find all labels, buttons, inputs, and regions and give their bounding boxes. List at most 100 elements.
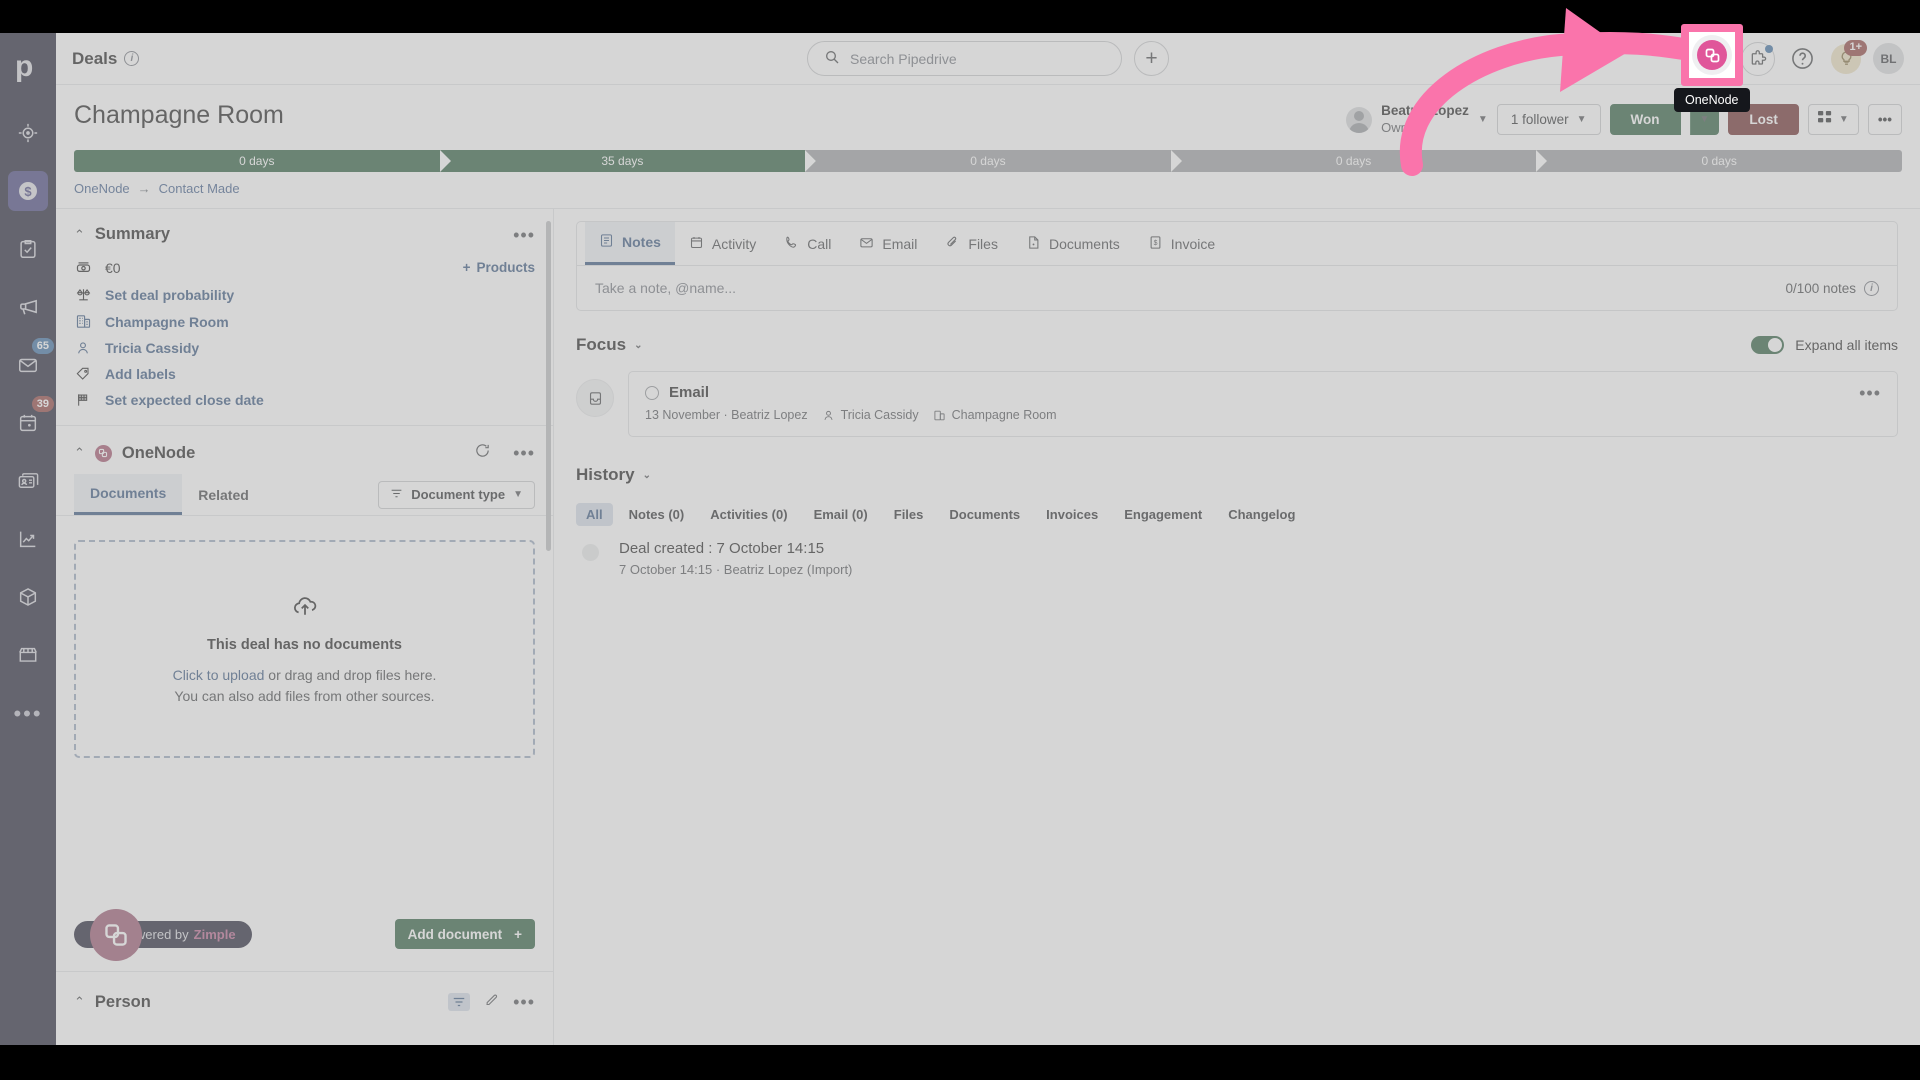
history-filter-documents[interactable]: Documents xyxy=(939,503,1030,526)
sidebar-item-campaigns[interactable] xyxy=(8,287,48,327)
sidebar-item-deals[interactable]: $ xyxy=(8,171,48,211)
document-type-filter[interactable]: Document type ▼ xyxy=(378,480,535,509)
tab-files[interactable]: Files xyxy=(931,224,1012,264)
focus-item-org-group[interactable]: Champagne Room xyxy=(933,408,1057,422)
chevron-up-icon[interactable]: ⌃ xyxy=(74,994,85,1010)
sidebar-item-leads[interactable] xyxy=(8,113,48,153)
add-document-button[interactable]: Add document + xyxy=(394,919,535,949)
summary-row-person[interactable]: Tricia Cassidy xyxy=(56,335,553,361)
avatar[interactable]: BL xyxy=(1873,43,1904,74)
add-button[interactable]: + xyxy=(1134,41,1169,76)
page-title-group: Deals i xyxy=(72,49,140,69)
filter-icon[interactable] xyxy=(448,993,471,1011)
summary-row-labels[interactable]: Add labels xyxy=(56,361,553,387)
expand-all-toggle[interactable] xyxy=(1751,336,1785,355)
tab-call[interactable]: Call xyxy=(770,224,845,264)
deal-actions: Beatriz Lopez Owner ▼ 1 follower ▼ Won ▼… xyxy=(1346,101,1902,136)
note-count-group: 0/100 notes i xyxy=(1785,280,1879,296)
tab-documents[interactable]: Documents xyxy=(1012,224,1134,264)
stage-1[interactable]: 0 days xyxy=(74,150,451,173)
summary-more-button[interactable]: ••• xyxy=(513,226,535,244)
focus-item-more-button[interactable]: ••• xyxy=(1859,384,1881,402)
sidebar-item-products[interactable] xyxy=(8,577,48,617)
onenode-more-button[interactable]: ••• xyxy=(513,444,535,462)
label-tag-icon xyxy=(74,366,92,382)
set-close-date-link[interactable]: Set expected close date xyxy=(105,392,264,408)
info-icon[interactable]: i xyxy=(1864,280,1879,296)
organization-link[interactable]: Champagne Room xyxy=(105,314,229,330)
sidebar-item-mail[interactable]: 65 xyxy=(8,338,54,385)
chevron-up-icon[interactable]: ⌃ xyxy=(74,227,85,243)
left-panel-scrollbar[interactable] xyxy=(546,221,551,552)
history-filter-all[interactable]: All xyxy=(576,503,613,527)
mail-unread-badge: 65 xyxy=(31,338,54,354)
sidebar-item-insights[interactable] xyxy=(8,519,48,559)
tab-related[interactable]: Related xyxy=(182,476,265,514)
chevron-up-icon[interactable]: ⌃ xyxy=(74,445,85,461)
deal-more-button[interactable]: ••• xyxy=(1867,104,1902,136)
pipedrive-app: p $ 65 39 ••• Deals i Search Pipedrive +… xyxy=(0,33,1920,1045)
tab-invoice[interactable]: $ Invoice xyxy=(1134,224,1229,264)
onenode-icon-highlight[interactable] xyxy=(1681,24,1743,86)
history-filter-activities[interactable]: Activities (0) xyxy=(700,503,797,526)
refresh-button[interactable] xyxy=(474,442,491,464)
summary-row-close-date[interactable]: Set expected close date xyxy=(56,387,553,413)
stage-3[interactable]: 0 days xyxy=(805,150,1182,173)
history-filter-files[interactable]: Files xyxy=(884,503,934,526)
search-input[interactable]: Search Pipedrive xyxy=(807,41,1122,76)
focus-item-person-group[interactable]: Tricia Cassidy xyxy=(822,408,919,422)
focus-item-card[interactable]: Email 13 November · Beatriz Lopez Tricia… xyxy=(628,371,1898,438)
add-products-button[interactable]: + Products xyxy=(463,260,535,275)
tab-documents[interactable]: Documents xyxy=(74,474,183,516)
breadcrumb-pipeline[interactable]: OneNode xyxy=(74,181,130,196)
calendar-activity-icon xyxy=(689,235,704,253)
summary-row-value[interactable]: €0 + Products xyxy=(56,254,553,281)
zimple-logo-icon[interactable] xyxy=(90,909,142,961)
note-input-row[interactable]: Take a note, @name... 0/100 notes i xyxy=(577,266,1897,310)
tab-email-label: Email xyxy=(882,235,918,252)
whats-new-icon[interactable]: 1+ xyxy=(1829,39,1867,76)
tab-notes[interactable]: Notes xyxy=(585,222,675,266)
history-filter-notes[interactable]: Notes (0) xyxy=(619,503,695,526)
sidebar-item-activities[interactable] xyxy=(8,229,48,269)
followers-button[interactable]: 1 follower ▼ xyxy=(1496,104,1601,136)
stage-2[interactable]: 35 days xyxy=(439,150,816,173)
history-filter-invoices[interactable]: Invoices xyxy=(1036,503,1108,526)
won-button[interactable]: Won xyxy=(1609,104,1681,136)
info-icon[interactable]: i xyxy=(124,51,140,66)
note-card: Notes Activity Call Email Files Document… xyxy=(576,221,1898,312)
set-deal-probability-link[interactable]: Set deal probability xyxy=(105,287,234,303)
breadcrumb-stage[interactable]: Contact Made xyxy=(159,181,240,196)
complete-radio[interactable] xyxy=(645,385,659,400)
person-link[interactable]: Tricia Cassidy xyxy=(105,340,199,356)
help-icon[interactable] xyxy=(1785,42,1819,76)
sidebar-item-marketplace[interactable] xyxy=(8,635,48,675)
layout-switch-button[interactable]: ▼ xyxy=(1807,104,1859,136)
summary-row-organization[interactable]: Champagne Room xyxy=(56,308,553,335)
history-filter-changelog[interactable]: Changelog xyxy=(1218,503,1305,526)
tab-activity[interactable]: Activity xyxy=(675,224,770,264)
sidebar-more-button[interactable]: ••• xyxy=(13,701,42,727)
history-title-group[interactable]: History ⌄ xyxy=(576,465,651,485)
sidebar-item-contacts[interactable] xyxy=(8,461,48,501)
tab-email[interactable]: Email xyxy=(845,224,931,264)
stage-5[interactable]: 0 days xyxy=(1536,150,1902,173)
pipedrive-logo[interactable]: p xyxy=(9,47,47,87)
tab-activity-label: Activity xyxy=(711,235,757,252)
summary-row-probability[interactable]: Set deal probability xyxy=(56,281,553,308)
deal-owner[interactable]: Beatriz Lopez Owner ▼ xyxy=(1346,103,1488,136)
sidebar-item-calendar[interactable]: 39 xyxy=(8,396,54,443)
history-filter-email[interactable]: Email (0) xyxy=(804,503,878,526)
person-more-button[interactable]: ••• xyxy=(513,993,535,1011)
history-filter-engagement[interactable]: Engagement xyxy=(1114,503,1212,526)
chevron-down-icon: ▼ xyxy=(1576,114,1587,126)
click-to-upload-link[interactable]: Click to upload xyxy=(173,667,265,683)
puzzle-apps-icon[interactable] xyxy=(1741,41,1775,76)
focus-title-group[interactable]: Focus ⌄ xyxy=(576,335,642,355)
expand-all-toggle-group[interactable]: Expand all items xyxy=(1751,336,1898,355)
document-dropzone[interactable]: This deal has no documents Click to uplo… xyxy=(74,540,535,759)
add-labels-link[interactable]: Add labels xyxy=(105,366,176,382)
organization-icon xyxy=(933,409,946,422)
edit-pencil-icon[interactable] xyxy=(484,992,499,1012)
stage-4[interactable]: 0 days xyxy=(1170,150,1547,173)
